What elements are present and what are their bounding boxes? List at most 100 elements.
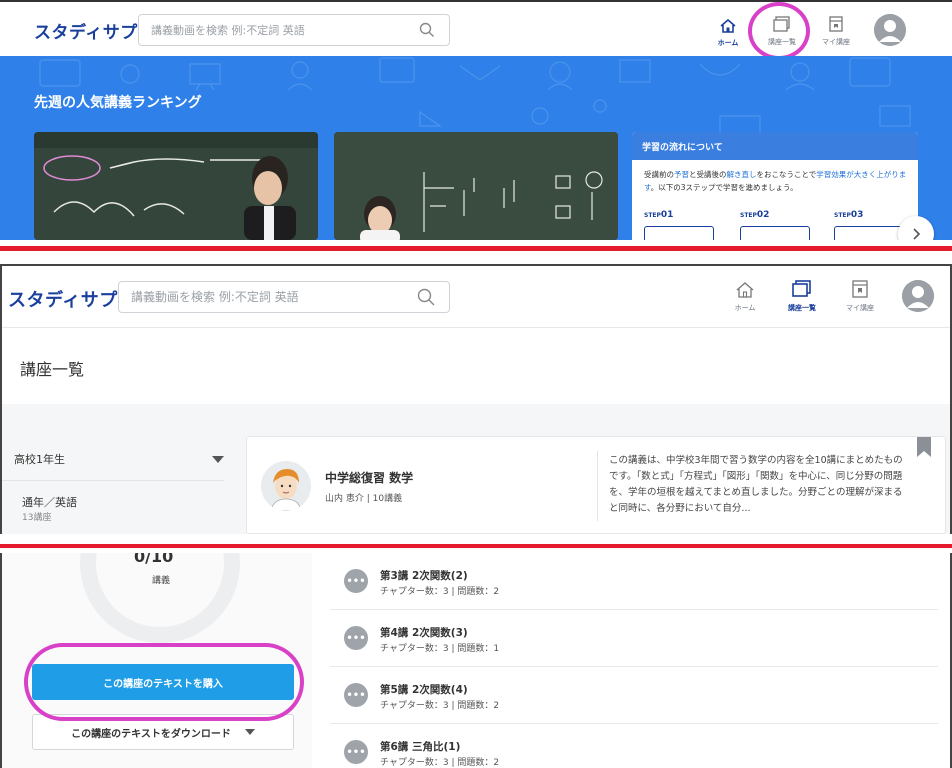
nav-my-courses[interactable]: マイ講座 [816, 16, 856, 47]
page-title: 講座一覧 [20, 360, 85, 379]
course-description: この講義は、中学校3年間で習う数学の内容を全10講にまとめたものです。「数と式」… [609, 455, 903, 514]
flow-card-title: 学習の流れについて [632, 132, 918, 160]
step-prefix: STEP [834, 212, 851, 219]
flow-text-part: をおこなうことで [756, 170, 817, 179]
nav-courses[interactable]: 講座一覧 [782, 280, 822, 313]
lecture-video-image-2 [334, 132, 618, 240]
lecture-title: 第5講 2次関数(4) [380, 684, 468, 696]
user-icon [902, 280, 934, 312]
more-icon[interactable]: ••• [344, 569, 368, 593]
flow-text-highlight: 解き直し [726, 170, 757, 179]
step-1-label: STEP01 [644, 210, 673, 220]
header: スタディサプリ ホーム 講座一覧 [2, 266, 950, 328]
lecture-thumbnail-1[interactable] [34, 132, 318, 240]
nav-home[interactable]: ホーム [728, 282, 762, 313]
ranking-title: 先週の人気講義ランキング [34, 95, 202, 111]
courses-icon [773, 16, 790, 32]
lecture-meta: チャプター数：3 | 問題数：1 [380, 644, 500, 654]
section-divider [0, 544, 952, 548]
nav-courses-label: 講座一覧 [788, 304, 816, 312]
app-logo[interactable]: スタディサプリ [8, 286, 136, 312]
my-courses-icon [829, 16, 843, 32]
my-courses-icon [852, 280, 868, 298]
teacher-avatar [261, 461, 311, 511]
chevron-down-icon [244, 729, 255, 735]
more-icon[interactable]: ••• [344, 626, 368, 650]
progress-ring [80, 553, 240, 643]
lecture-list: ••• 第3講 2次関数(2) チャプター数：3 | 問題数：2 ••• 第4講… [330, 553, 938, 768]
top-page-screenshot: スタディサプリ ホーム 講座一覧 [0, 0, 952, 240]
step-2-label: STEP02 [740, 210, 769, 220]
lecture-title: 第3講 2次関数(2) [380, 570, 468, 582]
more-icon[interactable]: ••• [344, 683, 368, 707]
nav-home-label: ホーム [734, 304, 756, 312]
teacher-illustration [261, 461, 311, 511]
step-1-box [644, 226, 714, 240]
step-3-label: STEP03 [834, 210, 863, 220]
section-divider [0, 246, 952, 251]
lecture-thumbnail-2[interactable] [334, 132, 618, 240]
bookmark-icon[interactable] [917, 437, 931, 457]
course-detail-screenshot: 0/10 講義 この講座のテキストを購入 この講座のテキストをダウンロード ••… [0, 553, 952, 768]
learning-flow-card[interactable]: 学習の流れについて 受講前の予習と受講後の解き直しをおこなうことで学習効果が大き… [632, 132, 918, 240]
chevron-right-icon [913, 228, 921, 240]
search-bar[interactable] [138, 14, 450, 46]
course-card[interactable]: 中学総復習 数学 山内 恵介 | 10講義 この講義は、中学校3年間で習う数学の… [246, 436, 946, 534]
search-input[interactable] [139, 23, 449, 37]
sidebar-divider [2, 480, 224, 481]
progress-value: 0/10 [134, 553, 174, 566]
step-3-box [834, 226, 904, 240]
flow-text-part: 受講前の [644, 170, 674, 179]
nav-courses[interactable]: 講座一覧 [762, 16, 802, 47]
list-item[interactable]: ••• 第6講 三角比(1) チャプター数：3 | 問題数：2 [330, 724, 938, 768]
download-text-label: この講座のテキストをダウンロード [71, 728, 231, 740]
step-number: 01 [660, 210, 674, 220]
search-bar[interactable] [118, 281, 450, 313]
buy-text-button[interactable]: この講座のテキストを購入 [32, 664, 294, 700]
nav-home[interactable]: ホーム [712, 18, 744, 48]
step-number: 02 [756, 210, 770, 220]
avatar[interactable] [902, 280, 934, 312]
search-icon[interactable] [417, 288, 435, 306]
download-text-button[interactable]: この講座のテキストをダウンロード [32, 714, 294, 750]
more-icon[interactable]: ••• [344, 740, 368, 764]
nav-my-courses[interactable]: マイ講座 [840, 280, 880, 313]
sidebar-item-subject[interactable]: 通年／英語 [22, 494, 77, 510]
nav-home-label: ホーム [717, 39, 739, 47]
ranking-banner: 先週の人気講義ランキング 学習の流れについて 受講前の予習と受講後の解き直しをお… [0, 56, 952, 240]
courses-icon [792, 280, 811, 297]
home-icon [736, 282, 754, 298]
course-detail-sidebar: 0/10 講義 この講座のテキストを購入 この講座のテキストをダウンロード [2, 553, 312, 768]
lecture-title: 第4講 2次関数(3) [380, 627, 468, 639]
page-title-bar: 講座一覧 [2, 328, 950, 404]
card-divider [597, 451, 598, 521]
user-icon [874, 14, 906, 46]
home-icon [720, 18, 736, 33]
step-2-box [740, 226, 810, 240]
search-input[interactable] [119, 290, 449, 304]
nav-my-courses-label: マイ講座 [822, 38, 850, 46]
list-item[interactable]: ••• 第3講 2次関数(2) チャプター数：3 | 問題数：2 [330, 553, 938, 610]
lecture-meta: チャプター数：3 | 問題数：2 [380, 758, 500, 768]
grade-dropdown-value: 高校1年生 [14, 453, 65, 466]
course-meta: 山内 恵介 | 10講義 [325, 494, 403, 504]
search-icon[interactable] [419, 22, 435, 38]
lecture-meta: チャプター数：3 | 問題数：2 [380, 587, 500, 597]
grade-dropdown[interactable]: 高校1年生 [14, 444, 224, 474]
course-title: 中学総復習 数学 [325, 471, 414, 485]
list-item[interactable]: ••• 第4講 2次関数(3) チャプター数：3 | 問題数：1 [330, 610, 938, 667]
nav-courses-label: 講座一覧 [768, 38, 796, 46]
nav-my-courses-label: マイ講座 [846, 304, 874, 312]
flow-text-part: と受講後の [689, 170, 727, 179]
course-list-body: 高校1年生 通年／英語 13講座 中学総復習 数学 山内 恵介 | 10講義 こ… [2, 404, 950, 534]
list-item[interactable]: ••• 第5講 2次関数(4) チャプター数：3 | 問題数：2 [330, 667, 938, 724]
avatar[interactable] [874, 14, 906, 46]
flow-card-text: 受講前の予習と受講後の解き直しをおこなうことで学習効果が大きく上がります。以下の… [632, 160, 918, 194]
chevron-down-icon [212, 455, 224, 463]
sidebar-item-count: 13講座 [22, 513, 52, 523]
step-prefix: STEP [740, 212, 757, 219]
flow-text-highlight: 予習 [674, 170, 689, 179]
flow-text-part: 。以下の3ステップで学習を進めましょう。 [650, 183, 798, 192]
header: スタディサプリ ホーム 講座一覧 [0, 0, 952, 56]
step-prefix: STEP [644, 212, 661, 219]
